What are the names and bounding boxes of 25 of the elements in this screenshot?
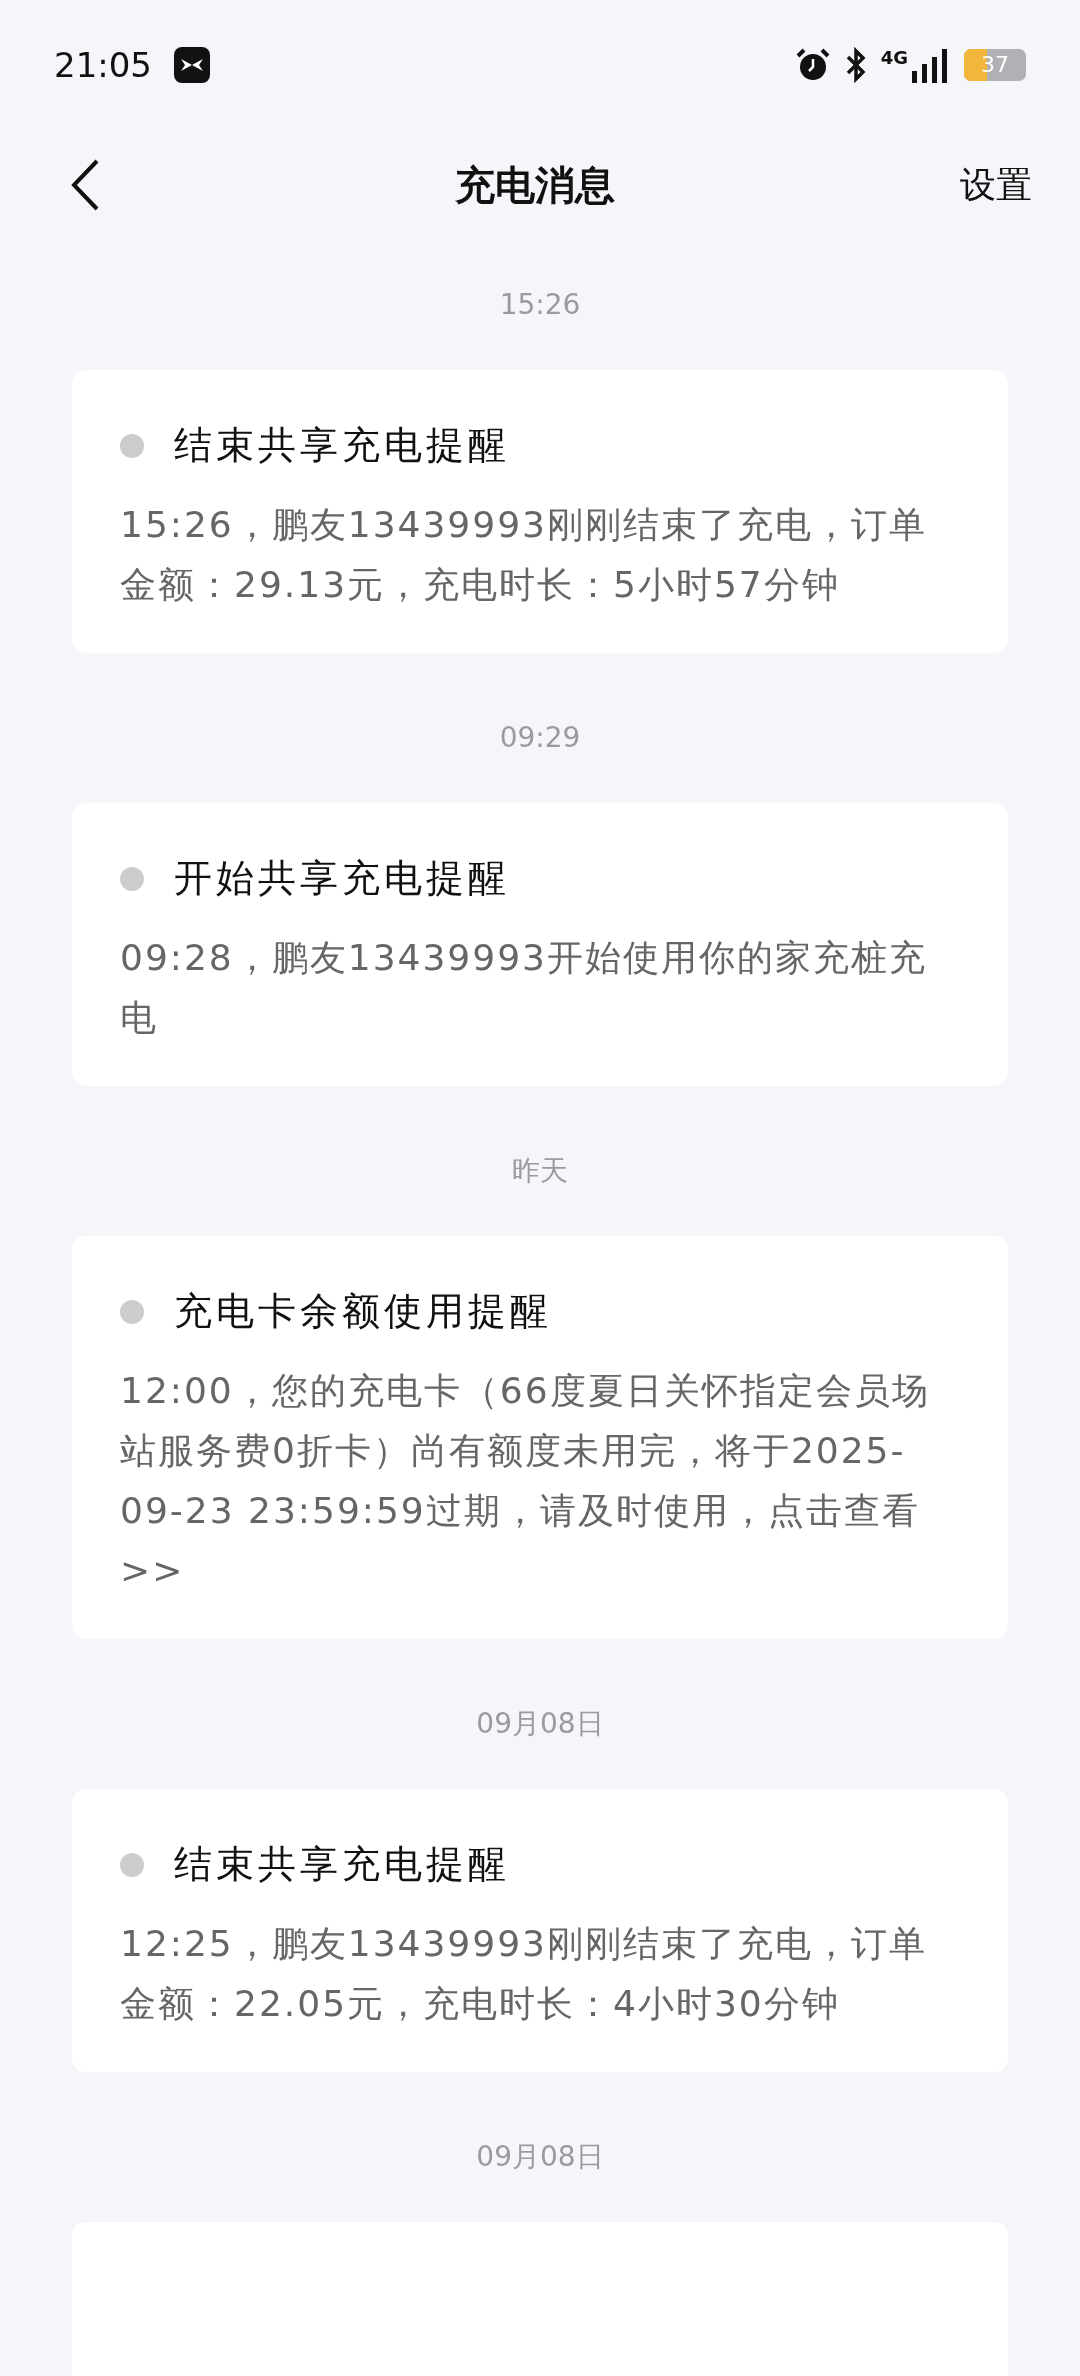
app-notification-icon (174, 47, 210, 83)
message-body: 09:28，鹏友13439993开始使用你的家充桩充电 (120, 936, 928, 1040)
date-label: 15:26 (499, 287, 581, 323)
message-card[interactable]: 开始共享充电提醒 09:28，鹏友13439993开始使用你的家充桩充电 (72, 803, 1008, 1086)
signal-icon (910, 47, 950, 83)
bluetooth-icon (844, 47, 867, 83)
page-title: 充电消息 (455, 160, 615, 210)
message-title: 开始共享充电提醒 (174, 855, 510, 902)
message-card[interactable]: 结束共享充电提醒 12:25，鹏友13439993刚刚结束了充电，订单金额：22.05元，充电时长：4小时30分钟 (72, 1789, 1008, 2072)
date-label: 09月08日 (476, 2139, 604, 2175)
message-body: 12:25，鹏友13439993刚刚结束了充电，订单金额：22.05元，充电时长：4小时30分钟 (120, 1922, 928, 2026)
message-card[interactable]: 充电卡余额使用提醒 12:00，您的充电卡（66度夏日关怀指定会员场站服务费0折卡）尚有额度未用完，将于2025-09-23 23:59:59过期，请及时使用，点击查看>> (72, 1236, 1008, 1639)
settings-link[interactable]: 设置 (960, 160, 1032, 210)
message-body: 12:00，您的充电卡（66度夏日关怀指定会员场站服务费0折卡）尚有额度未用完，将于2025-09-23 23:59:59过期，请及时使用，点击查看>> (120, 1369, 931, 1593)
message-title: 充电卡余额使用提醒 (174, 1288, 552, 1335)
date-label: 09:29 (499, 720, 581, 756)
message-card[interactable]: 结束共享充电提醒 15:26，鹏友13439993刚刚结束了充电，订单金额：29.13元，充电时长：5小时57分钟 (72, 370, 1008, 653)
network-type: 4G (880, 47, 908, 68)
alarm-icon (794, 47, 831, 83)
message-title: 结束共享充电提醒 (174, 422, 510, 469)
date-label: 昨天 (512, 1153, 568, 1189)
message-title: 结束共享充电提醒 (174, 1841, 510, 1888)
date-label: 09月08日 (476, 1706, 604, 1742)
message-body: 15:26，鹏友13439993刚刚结束了充电，订单金额：29.13元，充电时长：5小时57分钟 (120, 503, 928, 607)
status-time: 21:05 (54, 45, 152, 85)
